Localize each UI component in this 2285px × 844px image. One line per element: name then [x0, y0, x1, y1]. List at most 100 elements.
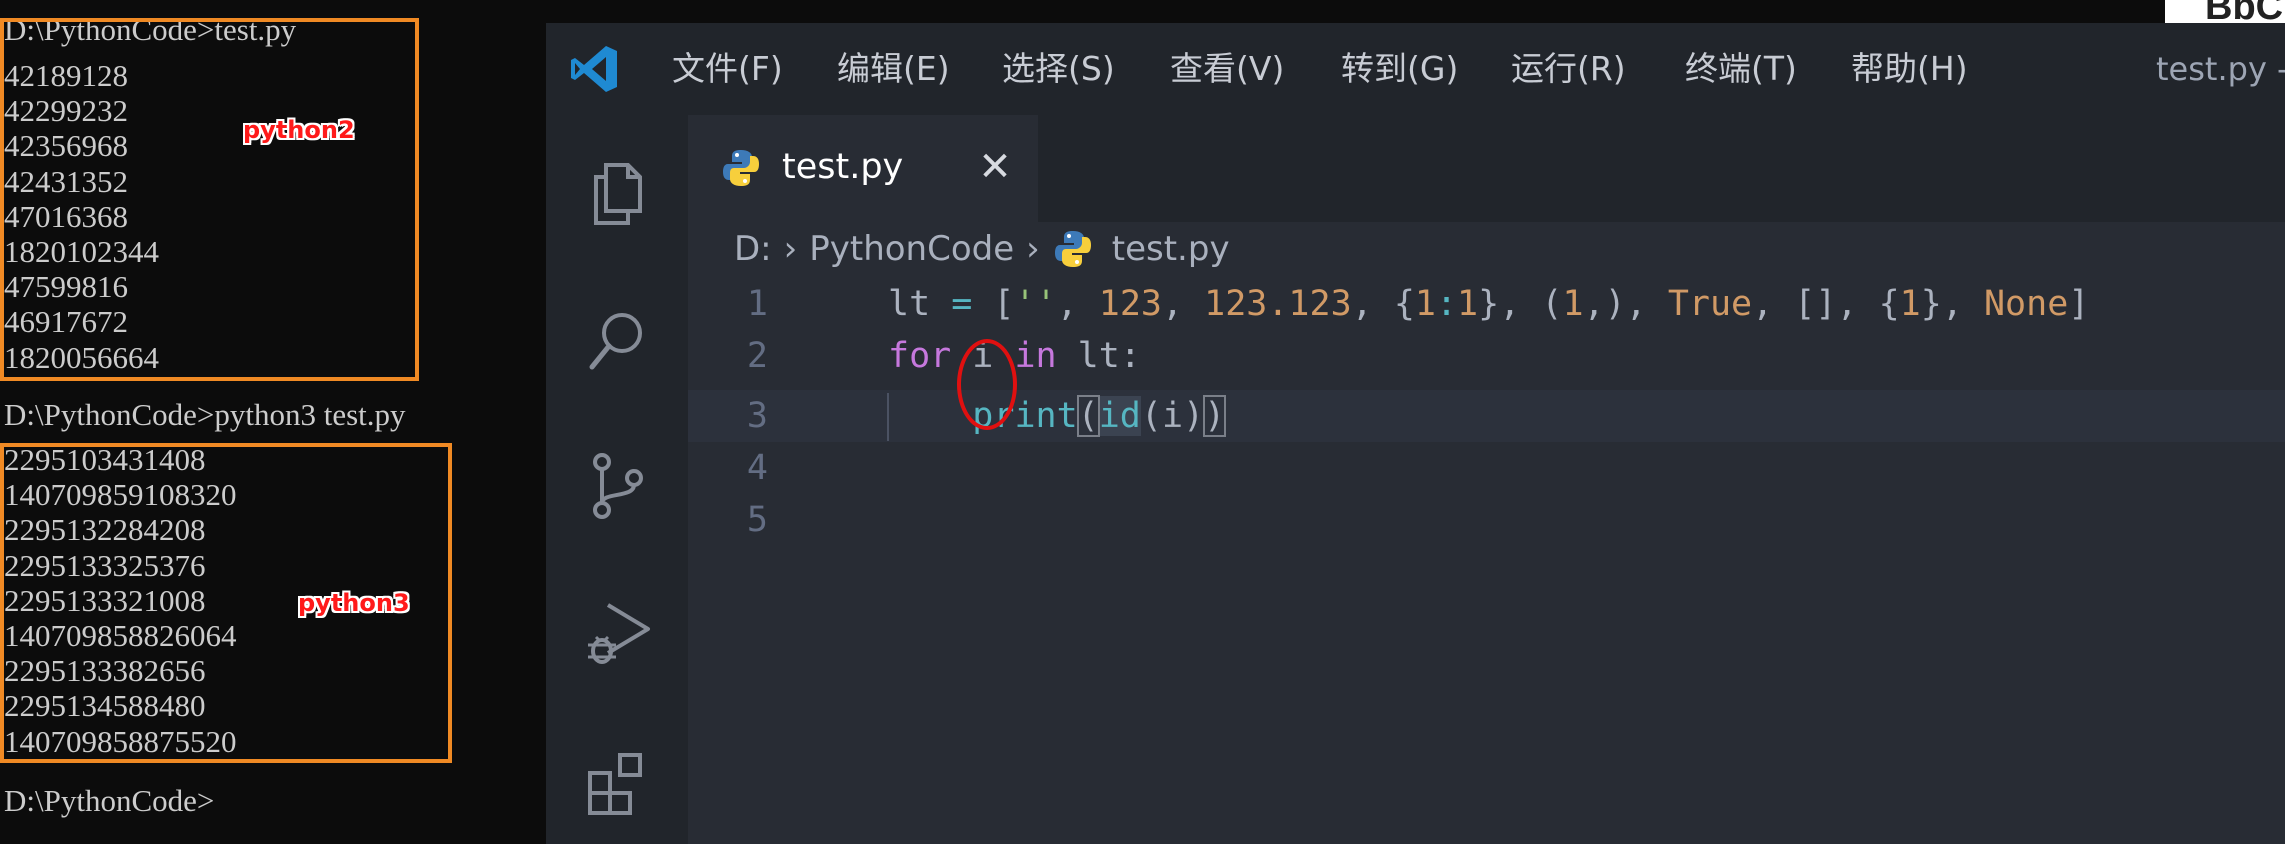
code-line-3: print(id(i)) [888, 390, 1227, 442]
token: ) [1203, 395, 1227, 437]
menu-file[interactable]: 文件(F) [672, 48, 783, 90]
output-line: 2295134588480 [4, 688, 206, 724]
output-line: 2295133325376 [4, 547, 206, 583]
python-file-icon [723, 150, 759, 186]
token: } [1920, 284, 1942, 324]
breadcrumb-folder[interactable]: PythonCode [809, 229, 1014, 269]
menu-help[interactable]: 帮助(H) [1851, 48, 1968, 90]
token: { [1393, 284, 1415, 324]
token: 123 [1098, 284, 1162, 324]
menu-go[interactable]: 转到(G) [1341, 48, 1458, 90]
extensions-icon[interactable] [582, 747, 654, 819]
red-circle-annotation [957, 339, 1017, 430]
token: lt: [1056, 336, 1141, 376]
token: None [1983, 284, 2069, 324]
line-number: 3 [746, 396, 768, 436]
token: for [888, 336, 952, 376]
run-debug-icon[interactable] [582, 599, 654, 671]
line-number: 4 [746, 448, 768, 488]
token: [] [1794, 284, 1837, 324]
token: 1 [1899, 284, 1921, 324]
menu-selection[interactable]: 选择(S) [1002, 48, 1115, 90]
python-file-icon [1054, 231, 1091, 267]
output-line: 140709858875520 [4, 723, 237, 759]
line-number: 2 [746, 336, 768, 376]
output-line: 2295133321008 [4, 582, 206, 618]
token: { [1878, 284, 1900, 324]
python2-output: 42189128 42299232 42356968 42431352 4701… [0, 58, 159, 375]
source-control-icon[interactable] [582, 450, 654, 522]
token: : [1435, 284, 1458, 324]
code-line-1: lt = ['', 123, 123.123, {1:1}, (1,), Tru… [888, 278, 2089, 330]
token: , [1752, 284, 1795, 324]
token: , [1836, 284, 1879, 324]
tab-test-py[interactable]: test.py ✕ [688, 115, 1038, 222]
python3-output: 2295103431408 140709859108320 2295132284… [0, 442, 237, 759]
vscode-logo-icon[interactable] [568, 43, 620, 95]
token: ) [1604, 284, 1626, 324]
menu-run[interactable]: 运行(R) [1511, 48, 1626, 90]
output-line: 140709859108320 [4, 477, 237, 513]
token: , [1161, 284, 1205, 324]
output-line: 47599816 [4, 269, 128, 305]
token: 1 [1414, 284, 1436, 324]
activity-bar [546, 115, 688, 844]
token: 1 [1562, 284, 1584, 324]
breadcrumb-drive[interactable]: D: [734, 229, 772, 269]
output-line: 42431352 [4, 163, 128, 199]
token: = [930, 284, 994, 324]
chevron-right-icon: › [1026, 229, 1040, 269]
output-line: 42356968 [4, 128, 128, 164]
token: (i) [1140, 396, 1205, 436]
menu-bar: 文件(F) 编辑(E) 选择(S) 查看(V) 转到(G) 运行(R) 终端(T… [546, 23, 2285, 115]
token: ( [1076, 395, 1100, 437]
token: , [1499, 284, 1542, 324]
chevron-right-icon: › [783, 229, 798, 269]
token: , [1583, 284, 1605, 324]
output-line: 1820102344 [4, 233, 159, 269]
search-icon[interactable] [582, 305, 654, 377]
token: lt [888, 284, 931, 324]
output-line: 140709858826064 [4, 617, 237, 653]
token: id [1098, 396, 1141, 436]
breadcrumb: D: › PythonCode › test.py [734, 223, 1230, 275]
output-line: 42189128 [4, 58, 128, 93]
menu-view[interactable]: 查看(V) [1170, 48, 1284, 90]
vscode-window: 文件(F) 编辑(E) 选择(S) 查看(V) 转到(G) 运行(R) 终端(T… [546, 23, 2285, 844]
tab-close-icon[interactable]: ✕ [973, 145, 1017, 189]
token: [ [993, 284, 1015, 324]
token: in [1014, 336, 1057, 376]
breadcrumb-file[interactable]: test.py [1112, 229, 1230, 269]
token: ( [1541, 284, 1563, 324]
menu-edit[interactable]: 编辑(E) [837, 48, 950, 90]
token: , [1941, 284, 1984, 324]
token: 1 [1457, 284, 1479, 324]
menu-terminal[interactable]: 终端(T) [1685, 48, 1797, 90]
python3-annotation: python3 [298, 589, 410, 617]
explorer-icon[interactable] [582, 157, 654, 229]
tab-bar: test.py ✕ [688, 115, 2285, 222]
line-number: 1 [746, 284, 768, 324]
token: True [1667, 284, 1753, 324]
token: ] [2068, 284, 2090, 324]
tab-label: test.py [782, 147, 904, 187]
token: } [1478, 284, 1500, 324]
output-line: 46917672 [4, 304, 128, 340]
line-number: 5 [746, 500, 768, 540]
output-line: 2295132284208 [4, 512, 206, 548]
window-title: test.py - [2156, 50, 2285, 88]
terminal-prompt-2: D:\PythonCode>python3 test.py [4, 397, 406, 432]
token: , [1625, 284, 1668, 324]
token: , [1351, 284, 1394, 324]
output-line: 1820056664 [4, 339, 159, 375]
terminal-window[interactable]: D:\PythonCode>test.py 42189128 42299232 … [0, 0, 548, 844]
terminal-prompt-3: D:\PythonCode> [4, 783, 215, 818]
output-line: 2295103431408 [4, 442, 206, 477]
code-editor[interactable]: 1 2 3 4 5 lt = ['', 123, 123.123, {1:1},… [688, 278, 2285, 844]
output-line: 42299232 [4, 93, 128, 129]
output-line: 47016368 [4, 198, 128, 234]
token: '' [1014, 284, 1057, 324]
token: , [1056, 284, 1099, 324]
output-line: 2295133382656 [4, 653, 206, 689]
python2-annotation: python2 [243, 116, 355, 144]
